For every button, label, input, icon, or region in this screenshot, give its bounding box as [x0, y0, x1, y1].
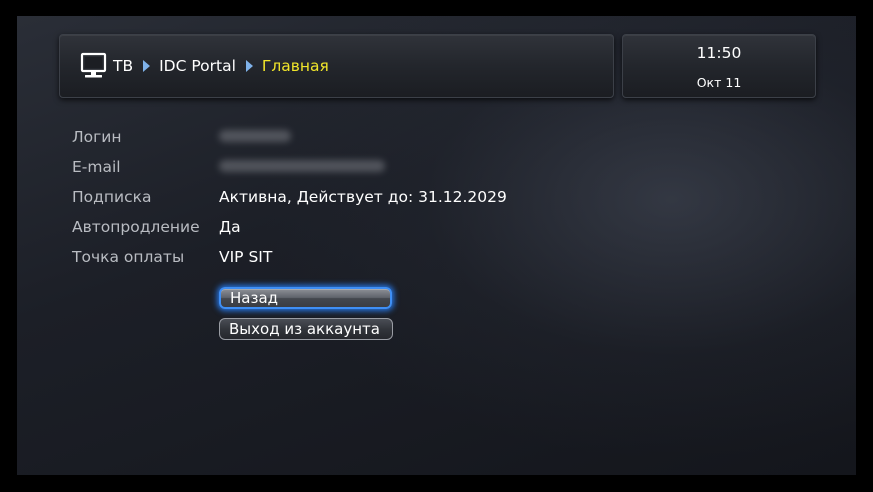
- subscription-label: Подписка: [72, 188, 152, 206]
- info-row-autorenew: Автопродление Да: [72, 212, 507, 242]
- info-row-payment-point: Точка оплаты VIP SIT: [72, 242, 507, 272]
- email-label: E-mail: [72, 158, 121, 176]
- logout-button[interactable]: Выход из аккаунта: [219, 318, 393, 340]
- clock-date: Окт 11: [696, 75, 742, 90]
- chevron-right-icon: [143, 60, 151, 72]
- login-value: [219, 128, 291, 146]
- breadcrumb-item-tv[interactable]: ТВ: [113, 57, 133, 75]
- payment-point-value: VIP SIT: [219, 248, 273, 266]
- account-info: Логин E-mail Подписка Активна, Действует…: [72, 122, 507, 272]
- breadcrumb-item-current: Главная: [261, 57, 329, 75]
- redacted-email: [219, 160, 385, 172]
- redacted-login: [219, 130, 291, 142]
- autorenew-label: Автопродление: [72, 218, 200, 236]
- clock-time: 11:50: [696, 44, 742, 62]
- email-value: [219, 158, 385, 176]
- info-row-email: E-mail: [72, 152, 507, 182]
- info-row-login: Логин: [72, 122, 507, 152]
- breadcrumb: ТВ IDC Portal Главная: [80, 52, 329, 80]
- tv-icon: [80, 52, 107, 80]
- subscription-value: Активна, Действует до: 31.12.2029: [219, 188, 507, 206]
- chevron-right-icon: [245, 60, 253, 72]
- info-row-subscription: Подписка Активна, Действует до: 31.12.20…: [72, 182, 507, 212]
- tv-screen: ТВ IDC Portal Главная 11:50 Окт 11 Логин…: [17, 16, 856, 475]
- clock-panel: 11:50 Окт 11: [622, 34, 816, 98]
- autorenew-value: Да: [219, 218, 241, 236]
- breadcrumb-panel: ТВ IDC Portal Главная: [59, 34, 614, 98]
- breadcrumb-item-idc-portal[interactable]: IDC Portal: [159, 57, 236, 75]
- login-label: Логин: [72, 128, 122, 146]
- payment-point-label: Точка оплаты: [72, 248, 185, 266]
- back-button[interactable]: Назад: [219, 287, 392, 309]
